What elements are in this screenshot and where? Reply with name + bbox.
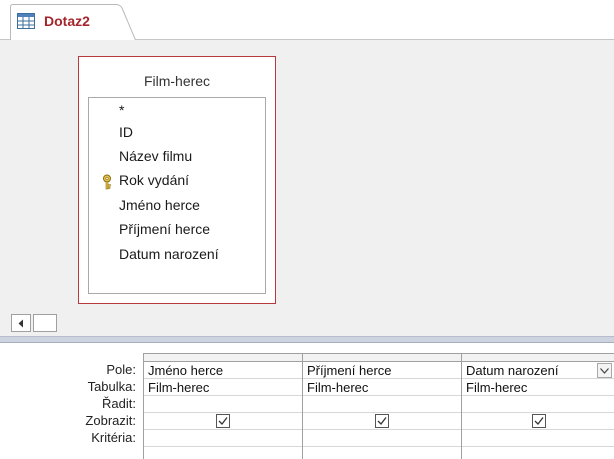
criteria-cell[interactable] (144, 430, 302, 447)
show-checkbox[interactable] (531, 414, 546, 428)
field-cell[interactable]: Datum narození (462, 362, 614, 379)
row-label-sort: Řadit: (102, 396, 136, 411)
table-cell[interactable]: Film-herec (462, 379, 614, 396)
document-tab-strip: Dotaz2 (0, 0, 614, 40)
column-selector[interactable] (462, 354, 614, 362)
field-cell-text: Datum narození (466, 363, 559, 378)
field-item-all[interactable]: * (119, 99, 124, 121)
column-selector[interactable] (144, 354, 302, 362)
row-label-field: Pole: (106, 362, 136, 377)
design-horizontal-scrollbar[interactable] (0, 308, 614, 336)
show-cell (462, 413, 614, 430)
chevron-left-icon (18, 319, 23, 328)
checkmark-icon (377, 417, 387, 425)
table-cell[interactable]: Film-herec (144, 379, 302, 396)
grid-column-2: Příjmení herce Film-herec (303, 354, 462, 459)
show-checkbox[interactable] (375, 414, 389, 428)
show-cell (303, 413, 461, 430)
field-item-datum-narozeni[interactable]: Datum narození (119, 243, 219, 265)
criteria-cell[interactable] (462, 430, 614, 447)
field-item-prijmeni-herce[interactable]: Příjmení herce (119, 218, 210, 240)
sort-cell[interactable] (462, 396, 614, 413)
field-item-id[interactable]: ID (119, 121, 133, 143)
field-item-nazev-filmu[interactable]: Název filmu (119, 145, 192, 167)
tab-label: Dotaz2 (44, 13, 90, 29)
grid-column-1: Jméno herce Film-herec (144, 354, 303, 459)
show-checkbox[interactable] (216, 414, 230, 428)
table-title[interactable]: Film-herec (79, 73, 275, 89)
primary-key-icon (101, 174, 113, 190)
field-item-rok-vydani[interactable]: Rok vydání (119, 169, 189, 191)
query-design-area[interactable]: Film-herec * ID Název filmu Rok vydání J… (0, 40, 614, 308)
table-cell[interactable]: Film-herec (303, 379, 461, 396)
grid-column-3: Datum narození Film-herec (462, 354, 614, 459)
row-label-criteria: Kritéria: (91, 430, 136, 445)
sort-cell[interactable] (303, 396, 461, 413)
table-field-list-film-herec[interactable]: Film-herec * ID Název filmu Rok vydání J… (78, 56, 276, 304)
criteria-cell[interactable] (303, 430, 461, 447)
chevron-down-icon (600, 368, 609, 374)
field-cell[interactable]: Příjmení herce (303, 362, 461, 379)
query-design-grid: Pole: Tabulka: Řadit: Zobrazit: Kritéria… (0, 343, 614, 459)
checkmark-icon (218, 417, 228, 425)
scroll-left-button[interactable] (11, 314, 31, 332)
scroll-thumb[interactable] (33, 314, 57, 332)
show-cell (144, 413, 302, 430)
grid-columns: Jméno herce Film-herec Příjmení herce Fi… (143, 353, 614, 459)
field-list[interactable]: * ID Název filmu Rok vydání Jméno herce … (88, 97, 266, 294)
field-cell[interactable]: Jméno herce (144, 362, 302, 379)
field-dropdown-button[interactable] (597, 363, 612, 378)
tab-dotaz2[interactable]: Dotaz2 (10, 4, 136, 40)
column-selector[interactable] (303, 354, 461, 362)
query-icon (17, 13, 35, 29)
checkmark-icon (534, 417, 544, 425)
row-label-table: Tabulka: (87, 379, 136, 394)
sort-cell[interactable] (144, 396, 302, 413)
field-item-jmeno-herce[interactable]: Jméno herce (119, 194, 200, 216)
pane-splitter[interactable] (0, 336, 614, 343)
row-label-show: Zobrazit: (85, 413, 136, 428)
